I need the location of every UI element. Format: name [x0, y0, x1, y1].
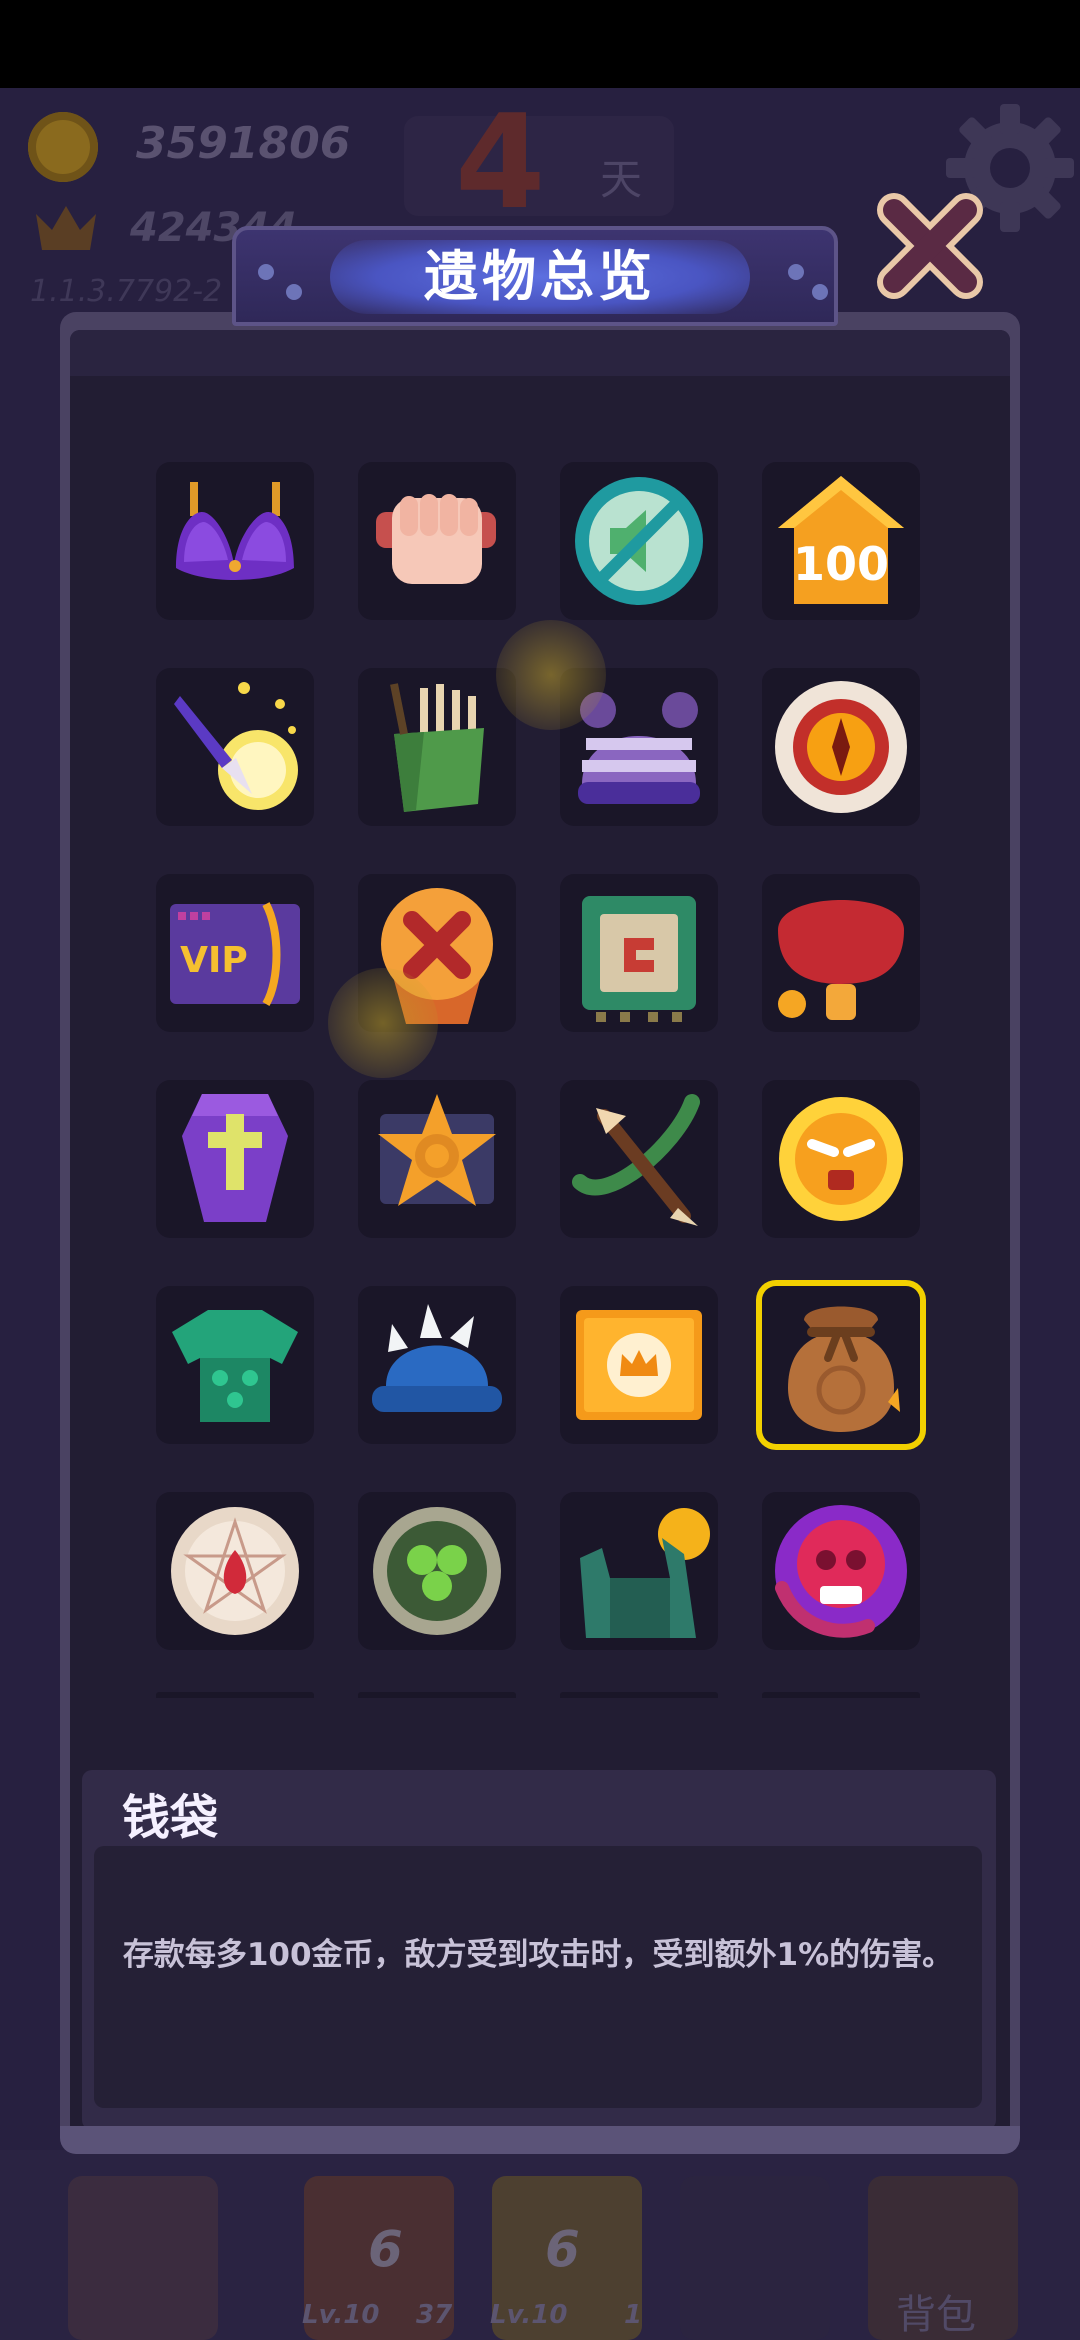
card-slot-1-number: 6 [368, 2220, 403, 2278]
arrow-coin-relic[interactable] [156, 668, 314, 826]
card-slot-2-number: 6 [545, 2220, 580, 2278]
eye-relic[interactable] [762, 668, 920, 826]
money-bag-relic-icon [788, 1306, 900, 1432]
spiked-helmet-relic[interactable] [358, 1286, 516, 1444]
vip-card-relic[interactable]: VIP [156, 874, 314, 1032]
fist-relic-icon [376, 494, 496, 584]
day-label: 天 [600, 155, 643, 204]
clover-coin-relic[interactable] [358, 1492, 516, 1650]
quiver-relic[interactable] [358, 668, 516, 826]
relic-detail-title: 钱袋 [122, 1790, 219, 1846]
arrow-coin-relic-icon [174, 682, 298, 810]
bra-relic[interactable] [156, 462, 314, 620]
crossbow-relic[interactable] [560, 1080, 718, 1238]
title-rivet [812, 284, 828, 300]
card-slot-3 [680, 2176, 830, 2340]
mute-relic-icon [575, 477, 703, 605]
panel-top-edge [70, 330, 1010, 376]
status-bar [0, 0, 1080, 88]
zombie-coin-relic-icon [580, 1508, 710, 1638]
skull-relic-icon [775, 1505, 907, 1638]
chip-relic-icon [582, 896, 696, 1022]
crown-card-relic[interactable] [560, 1286, 718, 1444]
pentagram-plate-relic-icon [171, 1507, 299, 1635]
gold-coin-icon [28, 112, 98, 182]
card-slot-2-level: Lv.10 [490, 2300, 568, 2330]
version-text: 1.1.3.7792-2 [30, 274, 223, 309]
mute-relic[interactable] [560, 462, 718, 620]
bag-label: 背包 [896, 2292, 976, 2338]
skull-relic[interactable] [762, 1492, 920, 1650]
zombie-coin-relic[interactable] [560, 1492, 718, 1650]
x-shield-relic[interactable] [358, 874, 516, 1032]
coffin-relic-icon [182, 1094, 288, 1222]
relic-row-peek [762, 1692, 920, 1698]
angry-sun-relic-icon [779, 1097, 903, 1221]
x-shield-relic-icon [381, 888, 493, 1024]
panel-bottom-lip [60, 2126, 1020, 2154]
modal-title: 遗物总览 [424, 245, 656, 308]
spiked-helmet-relic-icon [372, 1304, 502, 1412]
clover-coin-relic-icon [373, 1507, 501, 1635]
close-x-icon[interactable] [874, 190, 986, 302]
sheriff-badge-relic[interactable] [358, 1080, 516, 1238]
gold-amount: 3591806 [136, 118, 351, 169]
bra-relic-icon [176, 482, 294, 580]
crown-card-relic-icon [576, 1310, 702, 1420]
quiver-relic-icon [390, 683, 484, 812]
eye-relic-icon [775, 681, 907, 813]
fist-relic[interactable] [358, 462, 516, 620]
beanie-relic-icon [578, 692, 700, 804]
card-slot-1-level: Lv.10 [302, 2300, 380, 2330]
angry-sun-relic[interactable] [762, 1080, 920, 1238]
card-slot-1-count: 37 [416, 2300, 453, 2330]
house-100-relic-icon: 100 [778, 476, 904, 604]
sheriff-badge-relic-icon [378, 1094, 496, 1206]
ping-pong-paddle-relic-icon [778, 900, 904, 1020]
svg-text:VIP: VIP [180, 940, 248, 981]
crossbow-relic-icon [572, 1094, 700, 1226]
title-rivet [286, 284, 302, 300]
chip-relic[interactable] [560, 874, 718, 1032]
green-armor-relic-icon [172, 1310, 298, 1422]
green-armor-relic[interactable] [156, 1286, 314, 1444]
money-bag-relic[interactable] [762, 1286, 920, 1444]
hero-portrait [68, 2176, 218, 2340]
relic-row-peek [358, 1692, 516, 1698]
relic-detail-description: 存款每多100金币，敌方受到攻击时，受到额外1%的伤害。 [122, 1937, 954, 1973]
beanie-relic[interactable] [560, 668, 718, 826]
coffin-relic[interactable] [156, 1080, 314, 1238]
day-number: 4 [455, 86, 546, 238]
vip-card-relic-icon: VIP [170, 902, 300, 1007]
house-100-relic[interactable]: 100 [762, 462, 920, 620]
relic-row-peek [560, 1692, 718, 1698]
relic-row-peek [156, 1692, 314, 1698]
title-rivet [258, 264, 274, 280]
svg-text:100: 100 [793, 537, 889, 591]
ping-pong-paddle-relic[interactable] [762, 874, 920, 1032]
title-rivet [788, 264, 804, 280]
relic-grid: 100 VIP [156, 462, 924, 1698]
crown-icon [36, 206, 96, 250]
pentagram-plate-relic[interactable] [156, 1492, 314, 1650]
card-slot-2-count: 1 [624, 2300, 643, 2330]
